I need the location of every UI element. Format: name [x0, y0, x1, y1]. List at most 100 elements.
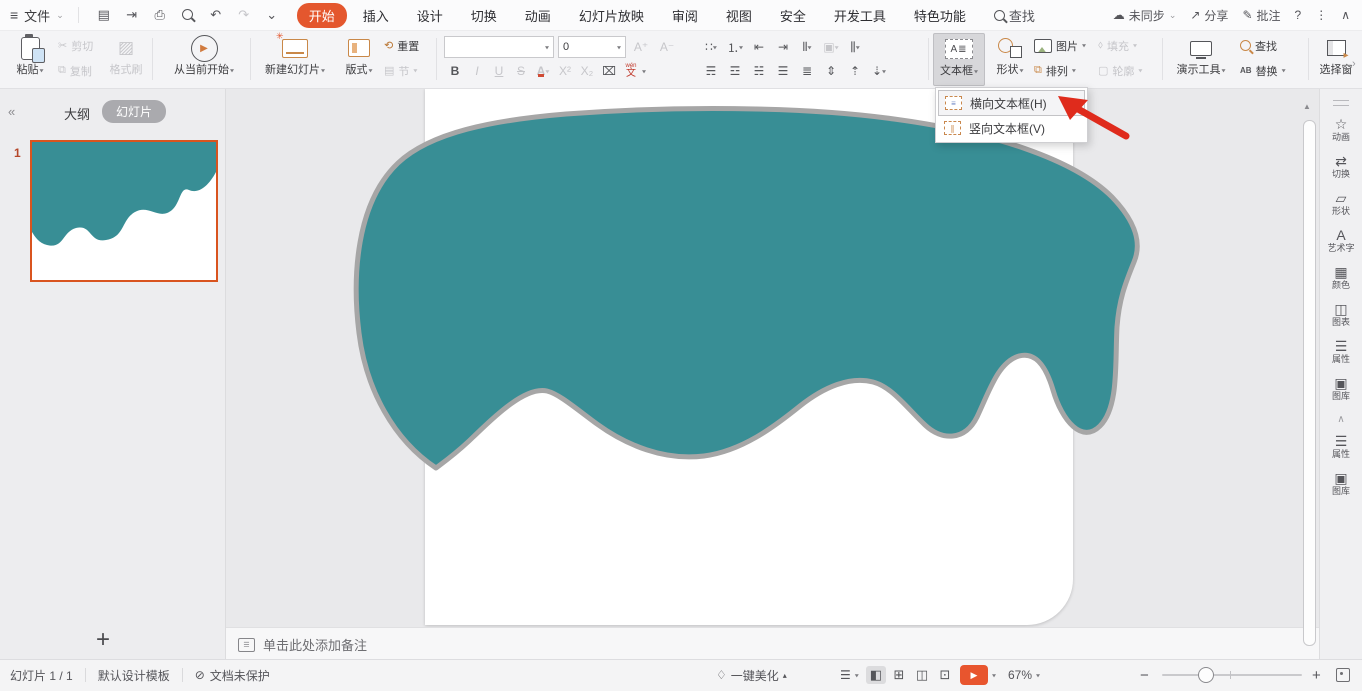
find-command[interactable]: 查找 [994, 6, 1035, 25]
menu-item-vertical-text-box[interactable]: ∥ 竖向文本框(V) [938, 116, 1085, 140]
tab-outline[interactable]: 大纲 [64, 104, 90, 123]
more-commands-icon[interactable]: ⌄ [261, 7, 283, 23]
undo-icon[interactable]: ↶ [205, 7, 227, 23]
tab-security[interactable]: 安全 [768, 3, 818, 28]
format-painter-button[interactable]: ▨ 格式刷 [104, 33, 148, 78]
decrease-para-spacing-button[interactable]: ⇣▾ [868, 60, 890, 82]
collapse-ribbon-icon[interactable]: ∧ [1341, 8, 1350, 22]
presentation-tools-button[interactable]: 演示工具▾ [1168, 33, 1234, 78]
file-menu[interactable]: 文件 [24, 6, 50, 25]
sidebar-item-gallery-2[interactable]: ▣ 图库 [1331, 470, 1351, 498]
ribbon-expand-icon[interactable]: › [1352, 58, 1356, 70]
scrollbar-thumb[interactable] [1303, 120, 1316, 646]
sidebar-item-properties[interactable]: ☰ 属性 [1331, 338, 1351, 366]
sidebar-collapse-icon[interactable]: ∧ [1337, 414, 1344, 425]
tab-developer[interactable]: 开发工具 [822, 3, 898, 28]
fill-button[interactable]: ⬨ 填充 ▾ [1098, 33, 1142, 58]
print-icon[interactable]: ⎙ [149, 7, 171, 23]
sidebar-item-colors[interactable]: ▦ 颜色 [1331, 264, 1351, 292]
slide-canvas[interactable] [226, 88, 1320, 627]
zoom-level-button[interactable]: 67% ▾ [1008, 660, 1040, 690]
slide-page[interactable] [425, 88, 1073, 625]
section-button[interactable]: ▤ 节 ▾ [384, 58, 419, 83]
strikethrough-button[interactable]: S [510, 60, 532, 82]
add-slide-button[interactable]: + [96, 626, 110, 654]
bullets-button[interactable]: ∷▾ [700, 36, 722, 58]
arrange-button[interactable]: ⧉ 排列 ▾ [1034, 58, 1086, 83]
superscript-button[interactable]: X² [554, 60, 576, 82]
view-reading-button[interactable]: ◫ [912, 666, 932, 684]
slide-thumbnail[interactable] [30, 140, 218, 282]
tab-design[interactable]: 设计 [405, 3, 455, 28]
sidebar-item-charts[interactable]: ◫ 图表 [1331, 301, 1351, 329]
play-slideshow-button[interactable]: ▶ ▾ [960, 660, 996, 690]
picture-button[interactable]: 图片 ▾ [1034, 33, 1086, 58]
export-icon[interactable]: ⇥ [121, 7, 143, 23]
font-color-button[interactable]: A [537, 64, 546, 78]
view-slideshow-button[interactable]: ⊡ [935, 666, 955, 684]
tab-slides[interactable]: 幻灯片 [102, 100, 166, 123]
save-icon[interactable]: ▤ [93, 7, 115, 23]
line-spacing-button[interactable]: ⇕ [820, 60, 842, 82]
bold-button[interactable]: B [444, 60, 466, 82]
numbering-button[interactable]: ⒈▾ [724, 36, 746, 58]
copy-button[interactable]: ⧉ 复制 [58, 58, 93, 83]
tab-insert[interactable]: 插入 [351, 3, 401, 28]
tab-review[interactable]: 审阅 [660, 3, 710, 28]
redo-icon[interactable]: ↷ [233, 7, 255, 23]
kebab-menu-icon[interactable]: ⋮ [1315, 8, 1327, 22]
app-menu-icon[interactable]: ≡ [10, 7, 18, 23]
zoom-slider-thumb[interactable] [1198, 667, 1214, 683]
vertical-scrollbar[interactable]: ▲ [1302, 100, 1316, 650]
cut-button[interactable]: ✂ 剪切 [58, 33, 93, 58]
view-normal-button[interactable]: ◧ [866, 666, 886, 684]
notes-toggle-button[interactable]: ☰ ▾ [840, 660, 859, 690]
paste-button[interactable]: 粘贴▾ [6, 33, 54, 78]
comment-button[interactable]: ✎ 批注 [1242, 7, 1280, 24]
zoom-in-button[interactable]: + [1312, 660, 1321, 690]
sidebar-item-properties-2[interactable]: ☰ 属性 [1331, 433, 1351, 461]
sidebar-item-animation[interactable]: ☆ 动画 [1331, 116, 1351, 144]
shapes-button[interactable]: 形状▾ [988, 33, 1032, 78]
shrink-font-button[interactable]: A⁻ [656, 36, 678, 58]
tab-transition[interactable]: 切换 [459, 3, 509, 28]
print-preview-icon[interactable] [177, 8, 199, 23]
new-slide-button[interactable]: 新建幻灯片▾ [256, 33, 334, 78]
align-left-button[interactable]: ☴ [700, 60, 722, 82]
sidebar-item-transition[interactable]: ⇄ 切换 [1331, 153, 1351, 181]
play-from-current-button[interactable]: ▶ 从当前开始▾ [160, 33, 248, 78]
clear-format-button[interactable]: ⌧ [598, 60, 620, 82]
align-right-button[interactable]: ☵ [748, 60, 770, 82]
distribute-button[interactable]: ≣ [796, 60, 818, 82]
protection-status[interactable]: 文档未保护 [210, 667, 270, 684]
tab-home[interactable]: 开始 [297, 3, 347, 28]
underline-button[interactable]: U [488, 60, 510, 82]
find-button[interactable]: 查找 [1240, 33, 1286, 58]
sidebar-item-shapes[interactable]: ▱ 形状 [1331, 190, 1351, 218]
align-text-button[interactable]: ▣▾ [820, 36, 842, 58]
beautify-button[interactable]: ♢ 一键美化 ▴ [716, 660, 787, 690]
replace-button[interactable]: AB 替换 ▾ [1240, 58, 1286, 83]
tab-view[interactable]: 视图 [714, 3, 764, 28]
scroll-up-icon[interactable]: ▲ [1303, 102, 1311, 111]
font-name-combo[interactable]: ▾ [444, 36, 554, 58]
notes-bar[interactable]: ☰ 单击此处添加备注 [226, 627, 1320, 661]
help-icon[interactable]: ? [1295, 8, 1302, 22]
layout-button[interactable]: 版式▾ [336, 33, 382, 78]
text-direction-button[interactable]: ⫴▾ [796, 36, 818, 58]
font-size-combo[interactable]: 0▾ [558, 36, 626, 58]
collapse-panel-icon[interactable]: « [8, 104, 15, 119]
sidebar-item-gallery[interactable]: ▣ 图库 [1331, 375, 1351, 403]
increase-para-spacing-button[interactable]: ⇡ [844, 60, 866, 82]
share-button[interactable]: ↗ 分享 [1190, 7, 1228, 24]
tab-slideshow[interactable]: 幻灯片放映 [567, 3, 656, 28]
fit-to-window-button[interactable] [1336, 660, 1350, 690]
menu-item-horizontal-text-box[interactable]: ≡ 横向文本框(H) [938, 90, 1085, 116]
justify-button[interactable]: ☰ [772, 60, 794, 82]
text-box-button[interactable]: A≣ 文本框▾ [933, 33, 985, 86]
file-menu-caret-icon[interactable]: ⌄ [56, 10, 64, 21]
zoom-slider[interactable] [1162, 674, 1302, 676]
outline-button[interactable]: ▢ 轮廓 ▾ [1098, 58, 1142, 83]
sync-status[interactable]: ☁ 未同步 ⌄ [1113, 7, 1177, 24]
tab-animation[interactable]: 动画 [513, 3, 563, 28]
